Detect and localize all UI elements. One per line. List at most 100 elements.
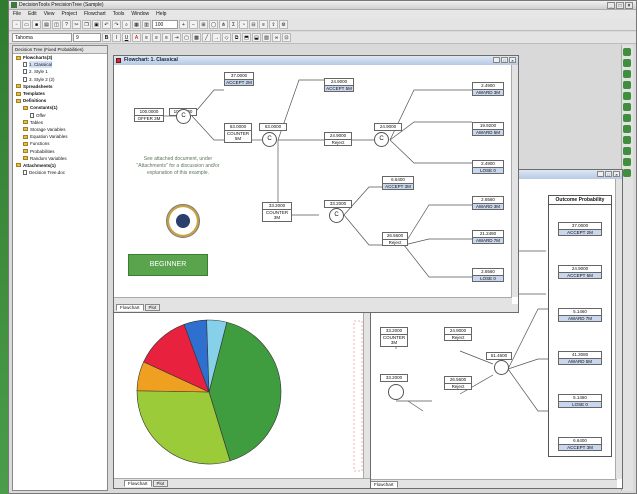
flow-minimize-button[interactable]: _ — [493, 57, 500, 63]
align-right-icon[interactable]: ≡ — [162, 33, 171, 42]
plot-vscroll[interactable] — [363, 297, 370, 479]
redo-icon[interactable]: ↷ — [112, 20, 121, 29]
tool-pointer-icon[interactable] — [623, 48, 631, 56]
mid-sum-chance-node[interactable] — [494, 360, 509, 375]
tool-chance-icon[interactable] — [623, 70, 631, 78]
flow-maximize-button[interactable]: □ — [501, 57, 508, 63]
lose-2-node[interactable]: 2.6560 LOSE 0 — [472, 268, 504, 282]
chance-node-4[interactable]: C — [329, 208, 344, 223]
minimize-button[interactable]: _ — [607, 2, 615, 9]
flow-tab-plot[interactable]: Plot — [144, 304, 161, 311]
front-icon[interactable]: ⬒ — [242, 33, 251, 42]
outcome-maximize-button[interactable]: □ — [605, 171, 612, 177]
branch-icon[interactable]: ⋔ — [219, 20, 228, 29]
mid-reject2-node[interactable]: 26.5600 Reject — [444, 376, 472, 390]
accept-5m-node[interactable]: 24.9000 ACCEPT 5M — [324, 78, 354, 92]
open-icon[interactable]: ▭ — [22, 20, 31, 29]
font-name-select[interactable]: Tahoma — [12, 33, 72, 42]
find-icon[interactable]: ⌕ — [122, 20, 131, 29]
menu-tools[interactable]: Tools — [113, 10, 125, 19]
table-icon[interactable]: ▥ — [142, 20, 151, 29]
outcome-vscroll[interactable] — [615, 179, 622, 479]
outcome-item[interactable]: 6.6400 ACCEPT 3M — [558, 437, 602, 451]
counter-5m-node[interactable]: 63.0000 COUNTER 5M — [224, 123, 252, 143]
tree-item[interactable]: Offer — [13, 112, 107, 119]
grid-icon[interactable]: ▦ — [132, 20, 141, 29]
tree-item[interactable]: 2. Style 1 — [13, 68, 107, 75]
align-center-icon[interactable]: ≡ — [152, 33, 161, 42]
mid-counter3m-node[interactable]: 33.2000 COUNTER 3M — [380, 327, 408, 347]
italic-icon[interactable]: I — [112, 33, 121, 42]
tool-terminal-icon[interactable] — [623, 81, 631, 89]
link-icon[interactable]: ∞ — [272, 33, 281, 42]
align-left-icon[interactable]: ≡ — [142, 33, 151, 42]
new-icon[interactable]: ▫ — [12, 20, 21, 29]
chance-node-2[interactable]: C — [262, 132, 277, 147]
tool-zoom-icon[interactable] — [623, 169, 631, 177]
menu-project[interactable]: Project — [61, 10, 77, 19]
tree-icon[interactable]: ⊞ — [199, 20, 208, 29]
tool-payoff-icon[interactable] — [623, 125, 631, 133]
tool-decision-icon[interactable] — [623, 59, 631, 67]
offer-node[interactable]: 100.0000 OFFER 3M — [134, 108, 164, 122]
tool-text-icon[interactable] — [623, 103, 631, 111]
outcome-item[interactable]: 37.0000 ACCEPT 2M — [558, 222, 602, 236]
tool-plot-icon[interactable] — [623, 147, 631, 155]
outcome-item[interactable]: 24.9000 ACCEPT 5M — [558, 265, 602, 279]
chart-icon[interactable]: ◔ — [239, 20, 248, 29]
cut-icon[interactable]: ✂ — [72, 20, 81, 29]
mid-chance-node[interactable] — [388, 384, 404, 400]
tree-item[interactable]: Definitions — [13, 97, 107, 104]
award-7m-node[interactable]: 21.2480 AWARD 7M — [472, 230, 504, 244]
menu-edit[interactable]: Edit — [28, 10, 37, 19]
beginner-button[interactable]: BEGINNER — [128, 254, 208, 276]
tree-item[interactable]: Functions — [13, 140, 107, 147]
chance-node-3[interactable]: C — [374, 132, 389, 147]
tree-item[interactable]: Flowcharts(3) — [13, 54, 107, 61]
tree-item[interactable]: Storage Variables — [13, 126, 107, 133]
fill-icon[interactable]: ▩ — [192, 33, 201, 42]
calc-icon[interactable]: Σ — [229, 20, 238, 29]
menu-window[interactable]: Window — [131, 10, 149, 19]
bold-icon[interactable]: B — [102, 33, 111, 42]
zoom-select[interactable]: 100 — [152, 20, 178, 29]
lock-icon[interactable]: ⊡ — [282, 33, 291, 42]
award-3m-node[interactable]: 2.4900 AWARD 3M — [472, 82, 504, 96]
reject-2-node[interactable]: 26.5600 Reject — [382, 232, 408, 246]
plot-tab-flowchart[interactable]: Flowchart — [124, 480, 152, 487]
outcome-item[interactable]: 5.1460 AWARD 7M — [558, 308, 602, 322]
tool-report-icon[interactable] — [623, 158, 631, 166]
flow-tab-flowchart[interactable]: Flowchart — [116, 304, 144, 311]
group-icon[interactable]: ⧉ — [232, 33, 241, 42]
layout-icon[interactable]: ⊟ — [249, 20, 258, 29]
maximize-button[interactable]: □ — [616, 2, 624, 9]
lose-node[interactable]: 2.4900 LOSE 0 — [472, 160, 504, 174]
arrow-icon[interactable]: → — [212, 33, 221, 42]
tree-item[interactable]: Random Variables — [13, 155, 107, 162]
menu-flowchart[interactable]: Flowchart — [84, 10, 106, 19]
plot-tab-plot[interactable]: Plot — [152, 480, 169, 487]
underline-icon[interactable]: U — [122, 33, 131, 42]
flow-vscroll[interactable] — [511, 65, 518, 297]
menu-file[interactable]: File — [13, 10, 21, 19]
tree-item[interactable]: Tables — [13, 119, 107, 126]
accept-3m-node[interactable]: 6.6400 ACCEPT 3M — [382, 176, 414, 190]
paste-icon[interactable]: ▣ — [92, 20, 101, 29]
tool-calc-icon[interactable] — [623, 136, 631, 144]
tool-probability-icon[interactable] — [623, 114, 631, 122]
back-icon[interactable]: ⬓ — [252, 33, 261, 42]
save-icon[interactable]: ■ — [32, 20, 41, 29]
outcome-item[interactable]: 41.3080 AWARD 5M — [558, 351, 602, 365]
tree-item[interactable]: 1. Classical — [13, 61, 107, 69]
copy-icon[interactable]: ❐ — [82, 20, 91, 29]
menu-view[interactable]: View — [44, 10, 55, 19]
zoom-in-icon[interactable]: + — [179, 20, 188, 29]
outcome-minimize-button[interactable]: _ — [597, 171, 604, 177]
image-icon[interactable]: ▧ — [262, 33, 271, 42]
accept-2m-node[interactable]: 37.0000 ACCEPT 2M — [224, 72, 254, 86]
settings-icon[interactable]: ⚙ — [279, 20, 288, 29]
chance-node-1[interactable]: C — [176, 109, 191, 124]
node-icon[interactable]: ◯ — [209, 20, 218, 29]
outcome-tab-flowchart[interactable]: Flowchart — [370, 481, 398, 488]
help-icon[interactable]: ? — [62, 20, 71, 29]
